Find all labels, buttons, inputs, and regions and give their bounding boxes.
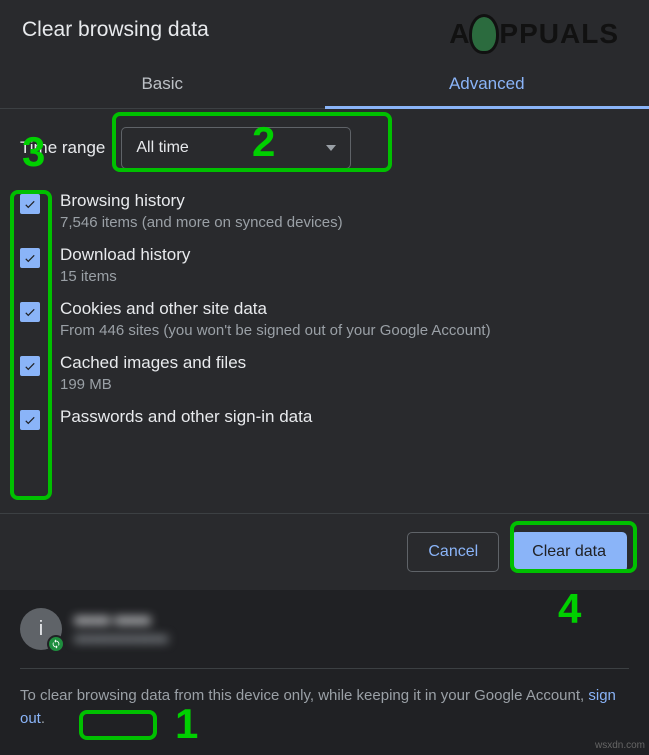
- appuals-logo: A PPUALS: [449, 14, 619, 54]
- checkbox-download-history[interactable]: [20, 248, 40, 268]
- chevron-down-icon: [326, 145, 336, 151]
- item-title: Browsing history: [60, 191, 343, 211]
- checkbox-cache[interactable]: [20, 356, 40, 376]
- checkbox-cookies[interactable]: [20, 302, 40, 322]
- avatar-letter: i: [39, 618, 43, 641]
- avatar: i: [20, 608, 62, 650]
- watermark: wsxdn.com: [595, 740, 645, 751]
- item-cookies[interactable]: Cookies and other site data From 446 sit…: [20, 299, 629, 339]
- time-range-dropdown[interactable]: All time: [121, 127, 351, 169]
- account-row[interactable]: i ■■■■ ■■■■ ■■■■■■■■■■■■: [20, 590, 629, 669]
- item-cache[interactable]: Cached images and files 199 MB: [20, 353, 629, 393]
- item-title: Cached images and files: [60, 353, 246, 373]
- check-icon: [23, 359, 37, 373]
- checkbox-passwords[interactable]: [20, 410, 40, 430]
- account-info: ■■■■ ■■■■ ■■■■■■■■■■■■: [74, 612, 168, 646]
- tabs: Basic Advanced: [0, 62, 649, 109]
- clear-data-button[interactable]: Clear data: [511, 532, 627, 572]
- check-icon: [23, 305, 37, 319]
- item-browsing-history[interactable]: Browsing history 7,546 items (and more o…: [20, 191, 629, 231]
- tab-advanced[interactable]: Advanced: [325, 62, 649, 108]
- item-sub: 15 items: [60, 268, 190, 285]
- item-download-history[interactable]: Download history 15 items: [20, 245, 629, 285]
- item-sub: 199 MB: [60, 376, 246, 393]
- item-title: Download history: [60, 245, 190, 265]
- check-icon: [23, 197, 37, 211]
- time-range-label: Time range: [20, 138, 105, 158]
- signout-note: To clear browsing data from this device …: [20, 669, 629, 746]
- item-sub: 7,546 items (and more on synced devices): [60, 214, 343, 231]
- time-range-value: All time: [136, 139, 188, 157]
- sync-icon: [47, 635, 65, 653]
- item-title: Passwords and other sign-in data: [60, 407, 312, 427]
- checkbox-browsing-history[interactable]: [20, 194, 40, 214]
- cancel-button[interactable]: Cancel: [407, 532, 499, 572]
- check-icon: [23, 413, 37, 427]
- tab-basic[interactable]: Basic: [0, 62, 325, 108]
- item-sub: From 446 sites (you won't be signed out …: [60, 322, 491, 339]
- item-passwords[interactable]: Passwords and other sign-in data: [20, 407, 629, 430]
- item-title: Cookies and other site data: [60, 299, 491, 319]
- check-icon: [23, 251, 37, 265]
